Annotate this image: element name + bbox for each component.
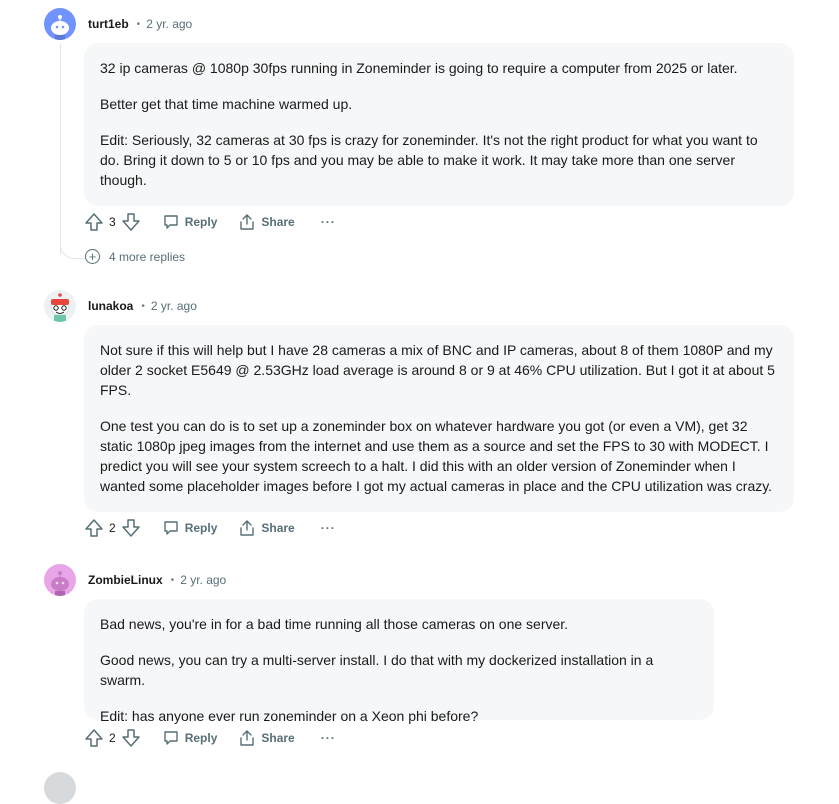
share-icon (239, 214, 255, 230)
more-replies-label: 4 more replies (109, 249, 186, 264)
comment-icon (163, 214, 179, 230)
more-options-button[interactable]: ··· (321, 215, 336, 229)
downvote-icon[interactable] (121, 212, 141, 232)
avatar[interactable] (44, 290, 76, 322)
vote-count: 2 (109, 731, 116, 745)
share-button[interactable]: Share (239, 214, 295, 230)
thread-line (60, 44, 61, 254)
reply-label: Reply (184, 731, 218, 745)
avatar[interactable] (44, 8, 76, 40)
share-button[interactable]: Share (239, 730, 295, 746)
comment-paragraph: Edit: has anyone ever run zoneminder on … (100, 708, 479, 724)
reply-button[interactable]: Reply (163, 730, 218, 746)
username[interactable]: turt1eb (88, 17, 129, 31)
reply-label: Reply (184, 215, 218, 229)
comment-paragraph: Not sure if this will help but I have 28… (100, 342, 775, 398)
comment-actions: 2 Reply Share ··· (84, 726, 336, 750)
comment-body: Bad news, you're in for a bad time runni… (84, 599, 714, 724)
more-replies-button[interactable]: + 4 more replies (85, 249, 185, 264)
vote-count: 2 (109, 521, 116, 535)
reply-label: Reply (184, 521, 218, 535)
timestamp[interactable]: 2 yr. ago (180, 573, 226, 587)
comment-header: ZombieLinux • 2 yr. ago (44, 564, 226, 596)
snoo-avatar-icon (50, 293, 70, 322)
snoo-avatar-icon (51, 15, 69, 40)
more-options-button[interactable]: ··· (321, 731, 336, 745)
comment-icon (163, 520, 179, 536)
comment-paragraph: Good news, you can try a multi-server in… (100, 652, 654, 688)
comment-actions: 3 Reply Share ··· (84, 210, 336, 234)
separator-dot: • (141, 300, 145, 312)
thread-connector (60, 240, 85, 259)
downvote-icon[interactable] (121, 518, 141, 538)
separator-dot: • (136, 18, 141, 30)
comment-body: Not sure if this will help but I have 28… (84, 325, 794, 512)
comment-paragraph: Better get that time machine warmed up. (100, 96, 353, 112)
more-options-button[interactable]: ··· (321, 521, 336, 535)
comment-paragraph: Bad news, you're in for a bad time runni… (100, 616, 569, 632)
comment-paragraph: 32 ip cameras @ 1080p 30fps running in Z… (100, 60, 738, 76)
snoo-avatar-icon (51, 571, 69, 596)
comment-body: 32 ip cameras @ 1080p 30fps running in Z… (84, 43, 794, 206)
comment-paragraph: One test you can do is to set up a zonem… (100, 418, 773, 494)
share-label: Share (261, 731, 295, 745)
upvote-icon[interactable] (84, 728, 104, 748)
comment-header: lunakoa • 2 yr. ago (44, 290, 197, 322)
comment-actions: 2 Reply Share ··· (84, 516, 336, 540)
comment-icon (163, 730, 179, 746)
avatar[interactable] (44, 772, 76, 804)
downvote-icon[interactable] (121, 728, 141, 748)
comment-header: turt1eb • 2 yr. ago (44, 8, 192, 40)
avatar[interactable] (44, 564, 76, 596)
username[interactable]: lunakoa (88, 299, 133, 313)
reply-button[interactable]: Reply (163, 214, 218, 230)
timestamp[interactable]: 2 yr. ago (146, 17, 192, 31)
upvote-icon[interactable] (84, 518, 104, 538)
upvote-icon[interactable] (84, 212, 104, 232)
username[interactable]: ZombieLinux (88, 573, 163, 587)
separator-dot: • (170, 574, 175, 586)
share-label: Share (261, 215, 295, 229)
reply-button[interactable]: Reply (163, 520, 218, 536)
share-button[interactable]: Share (239, 520, 295, 536)
comment-paragraph: Edit: Seriously, 32 cameras at 30 fps is… (100, 132, 758, 188)
vote-count: 3 (109, 215, 116, 229)
share-icon (239, 730, 255, 746)
share-label: Share (261, 521, 295, 535)
timestamp[interactable]: 2 yr. ago (151, 299, 197, 313)
share-icon (239, 520, 255, 536)
plus-circle-icon: + (85, 249, 100, 264)
